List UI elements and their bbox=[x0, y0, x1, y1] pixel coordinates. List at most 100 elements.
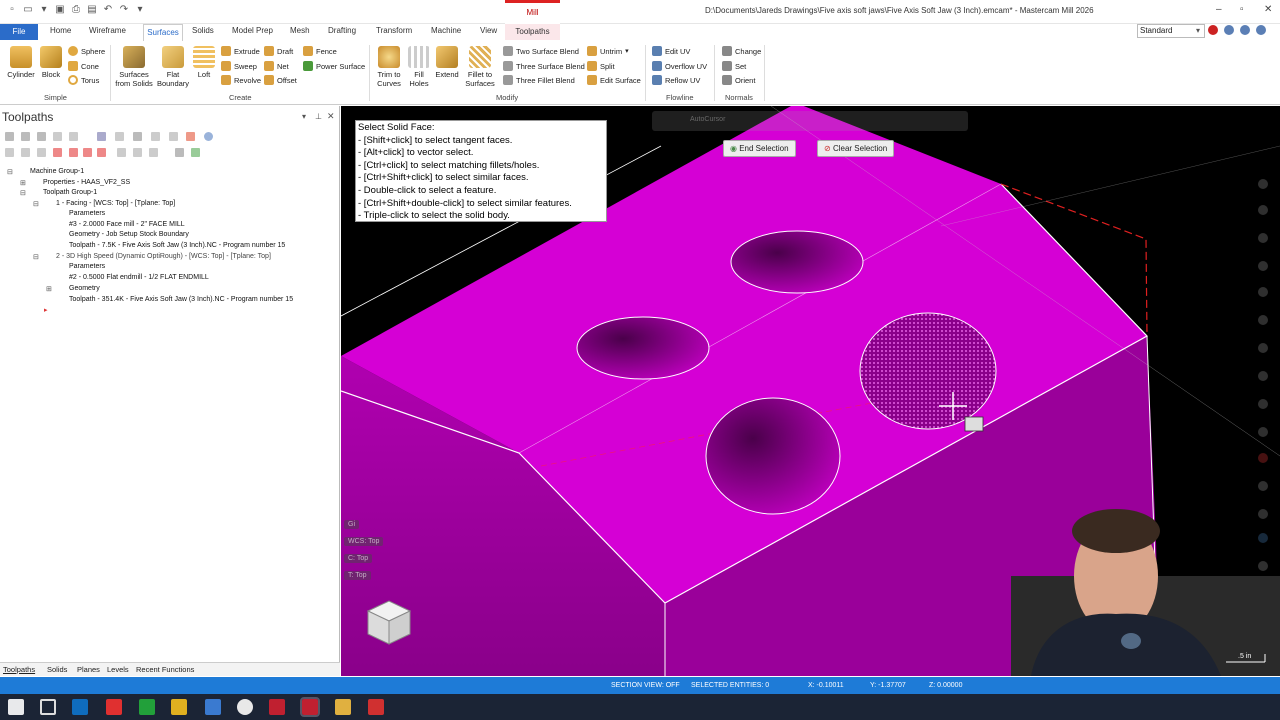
cone-button[interactable]: Cone bbox=[68, 61, 99, 71]
autocursor-label[interactable]: AutoCursor bbox=[690, 116, 725, 123]
info-icon[interactable] bbox=[1240, 25, 1250, 35]
chevron-down-icon[interactable]: ▾ bbox=[625, 47, 629, 55]
tab-wireframe[interactable]: Wireframe bbox=[89, 26, 126, 35]
sweep-button[interactable]: Sweep bbox=[221, 61, 257, 71]
overflow-uv-button[interactable]: Overflow UV bbox=[652, 61, 707, 71]
tab-transform[interactable]: Transform bbox=[376, 26, 412, 35]
sphere-button[interactable]: Sphere bbox=[68, 46, 105, 56]
three-fillet-blend-button[interactable]: Three Fillet Blend bbox=[503, 75, 575, 85]
chrome-icon[interactable] bbox=[237, 699, 253, 715]
maximize-icon[interactable]: ▫ bbox=[1240, 4, 1244, 15]
expand-toggle-icon[interactable]: ⊟ bbox=[20, 189, 26, 197]
tplane-label[interactable]: T: Top bbox=[344, 571, 371, 580]
tree-operation-facing[interactable]: 1 - Facing - [WCS: Top] - [Tplane: Top] bbox=[56, 200, 175, 207]
tree-geometry[interactable]: Geometry - Job Setup Stock Boundary bbox=[69, 231, 189, 238]
hole-face[interactable] bbox=[730, 230, 864, 294]
toggle-lock-icon[interactable] bbox=[37, 148, 46, 157]
panel-dropdown-icon[interactable]: ▾ bbox=[302, 112, 306, 121]
mastercam-active-icon[interactable] bbox=[300, 697, 320, 717]
wcs-label[interactable]: WCS: Top bbox=[344, 537, 384, 546]
app-icon[interactable] bbox=[139, 699, 155, 715]
expand-toggle-icon[interactable]: ⊟ bbox=[7, 168, 13, 176]
lock-icon[interactable] bbox=[186, 132, 195, 141]
tree-toolpath-nc[interactable]: Toolpath - 351.4K - Five Axis Soft Jaw (… bbox=[69, 296, 293, 303]
tab-mesh[interactable]: Mesh bbox=[290, 26, 310, 35]
torus-button[interactable]: Torus bbox=[68, 75, 99, 85]
workspace-select[interactable]: Standard bbox=[1137, 24, 1205, 38]
expand-toggle-icon[interactable]: ⊟ bbox=[33, 253, 39, 261]
tree-machine-group[interactable]: Machine Group-1 bbox=[30, 168, 84, 175]
new-file-icon[interactable]: ▫ bbox=[6, 4, 18, 16]
customize-dropdown-icon[interactable]: ▾ bbox=[134, 4, 146, 16]
regenerate-dirty-icon[interactable] bbox=[53, 132, 62, 141]
tab-planes-manager[interactable]: Planes bbox=[77, 665, 100, 674]
tab-drafting[interactable]: Drafting bbox=[328, 26, 356, 35]
change-normals-button[interactable]: Change bbox=[722, 46, 761, 56]
tab-toolpaths[interactable]: Toolpaths bbox=[505, 24, 560, 40]
view-controls[interactable] bbox=[1258, 179, 1268, 597]
tab-solids[interactable]: Solids bbox=[192, 26, 214, 35]
insert-arrow-down-icon[interactable] bbox=[97, 148, 106, 157]
tab-view[interactable]: View bbox=[480, 26, 497, 35]
block-button[interactable]: Block bbox=[38, 46, 64, 79]
settings-icon[interactable] bbox=[1256, 25, 1266, 35]
section-view-status[interactable]: SECTION VIEW: OFF bbox=[611, 682, 680, 689]
tree-properties[interactable]: Properties - HAAS_VF2_SS bbox=[43, 179, 130, 186]
end-selection-button[interactable]: ◉ End Selection bbox=[723, 140, 796, 157]
clear-selection-button[interactable]: ⊘ Clear Selection bbox=[817, 140, 895, 157]
file-tab[interactable]: File bbox=[0, 24, 38, 40]
post-icon[interactable] bbox=[133, 132, 142, 141]
tab-recent-functions[interactable]: Recent Functions bbox=[136, 665, 194, 674]
redo-icon[interactable]: ↷ bbox=[118, 4, 130, 16]
hole-face[interactable] bbox=[705, 397, 841, 515]
offset-button[interactable]: Offset bbox=[264, 75, 297, 85]
insert-arrow-icon[interactable] bbox=[83, 148, 92, 157]
set-normals-button[interactable]: Set bbox=[722, 61, 746, 71]
move-up-icon[interactable] bbox=[69, 148, 78, 157]
surfaces-from-solids-button[interactable]: Surfaces from Solids bbox=[113, 46, 155, 88]
backplot-icon[interactable] bbox=[69, 132, 78, 141]
reflow-uv-button[interactable]: Reflow UV bbox=[652, 75, 700, 85]
app-icon[interactable] bbox=[368, 699, 384, 715]
filter-icon[interactable] bbox=[175, 148, 184, 157]
outlook-icon[interactable] bbox=[72, 699, 88, 715]
task-view-icon[interactable] bbox=[40, 699, 56, 715]
expand-toggle-icon[interactable]: ⊞ bbox=[20, 179, 26, 187]
tab-toolpaths-manager[interactable]: Toolpaths bbox=[3, 665, 35, 674]
start-icon[interactable] bbox=[8, 699, 24, 715]
tree-toolpath-nc[interactable]: Toolpath - 7.5K - Five Axis Soft Jaw (3 … bbox=[69, 242, 285, 249]
tab-machine[interactable]: Machine bbox=[431, 26, 461, 35]
panel-close-icon[interactable]: ✕ bbox=[327, 111, 335, 122]
two-surface-blend-button[interactable]: Two Surface Blend bbox=[503, 46, 579, 56]
flat-boundary-button[interactable]: Flat Boundary bbox=[156, 46, 190, 88]
extend-button[interactable]: Extend bbox=[433, 46, 461, 79]
tree-parameters[interactable]: Parameters bbox=[69, 263, 105, 270]
tab-surfaces[interactable]: Surfaces bbox=[143, 24, 183, 41]
insert-arrow-icon[interactable]: ▸ bbox=[44, 306, 48, 314]
refresh-icon[interactable] bbox=[191, 148, 200, 157]
hole-face[interactable] bbox=[576, 316, 710, 380]
select-all-icon[interactable] bbox=[5, 132, 14, 141]
toggle-posting-icon[interactable] bbox=[21, 148, 30, 157]
cplane-label[interactable]: C: Top bbox=[344, 554, 373, 563]
show-selected-icon[interactable] bbox=[149, 148, 158, 157]
delete-icon[interactable] bbox=[169, 132, 178, 141]
collapse-icon[interactable] bbox=[133, 148, 142, 157]
open-dropdown-icon[interactable]: ▾ bbox=[38, 4, 50, 16]
edit-surface-button[interactable]: Edit Surface bbox=[587, 75, 641, 85]
expand-toggle-icon[interactable]: ⊞ bbox=[46, 285, 52, 293]
fence-button[interactable]: Fence bbox=[303, 46, 337, 56]
folder-icon[interactable]: ▤ bbox=[86, 4, 98, 16]
move-down-icon[interactable] bbox=[53, 148, 62, 157]
fillet-to-surfaces-button[interactable]: Fillet to Surfaces bbox=[464, 46, 496, 88]
simulate-icon[interactable] bbox=[115, 132, 124, 141]
orient-normals-button[interactable]: Orient bbox=[722, 75, 755, 85]
app-icon[interactable] bbox=[171, 699, 187, 715]
pin-icon[interactable]: ⊥ bbox=[315, 112, 322, 121]
tab-model-prep[interactable]: Model Prep bbox=[232, 26, 273, 35]
regenerate-icon[interactable] bbox=[37, 132, 46, 141]
tree-geometry[interactable]: Geometry bbox=[69, 285, 100, 292]
tree-toolpath-group[interactable]: Toolpath Group-1 bbox=[43, 189, 97, 196]
tree-tool[interactable]: #3 - 2.0000 Face mill - 2" FACE MILL bbox=[69, 221, 185, 228]
help-icon[interactable] bbox=[204, 132, 213, 141]
